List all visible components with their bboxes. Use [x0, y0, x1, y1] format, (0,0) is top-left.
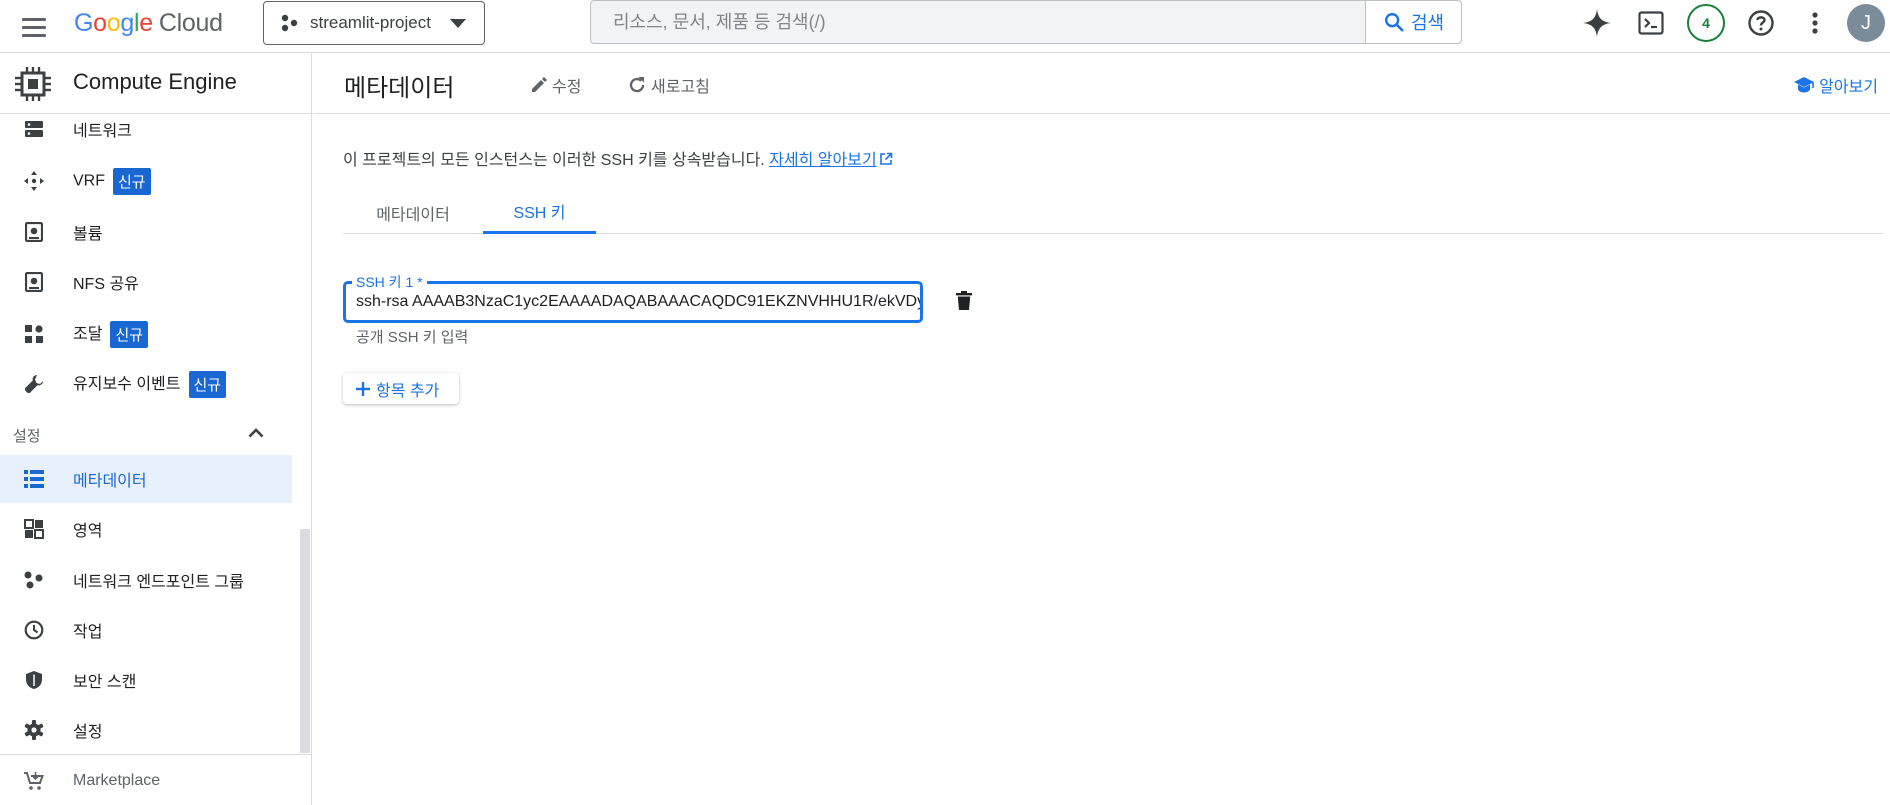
compute-engine-chip-icon [15, 67, 51, 101]
page-title: 메타데이터 [344, 75, 455, 102]
learn-button[interactable]: 알아보기 [1793, 72, 1878, 98]
sidebar-scrollbar[interactable] [300, 529, 310, 753]
sidebar-item-nfs-share[interactable]: NFS 공유 [0, 258, 292, 306]
learn-button-label: 알아보기 [1819, 79, 1878, 96]
description-text: 이 프로젝트의 모든 인스턴스는 이러한 SSH 키를 상속받습니다. [343, 152, 765, 169]
vrf-icon [22, 169, 46, 193]
gear-icon [22, 718, 46, 742]
external-link-icon [879, 152, 893, 165]
metadata-list-icon [22, 467, 46, 491]
sidebar-item-label: 보안 스캔 [73, 674, 137, 691]
sidebar-item-label: 작업 [73, 624, 103, 641]
refresh-button[interactable]: 새로고침 [627, 72, 710, 98]
ssh-key-field: SSH 키 1 * [343, 272, 923, 323]
notifications-badge[interactable]: 4 [1687, 4, 1725, 42]
learn-more-link[interactable]: 자세히 알아보기 [769, 152, 893, 169]
learn-more-link-label: 자세히 알아보기 [769, 152, 877, 169]
avatar[interactable]: J [1847, 4, 1885, 42]
search-bar: 검색 [590, 0, 1462, 44]
volume-icon [22, 220, 46, 244]
help-icon[interactable] [1746, 8, 1776, 38]
sidebar-item-label: NFS 공유 [73, 276, 139, 293]
more-vert-icon[interactable] [1800, 8, 1830, 38]
sidebar-footer: Marketplace [0, 754, 311, 805]
sidebar-item-marketplace[interactable]: Marketplace [0, 757, 292, 805]
sidebar: Compute Engine 네트워크 VRF 신규 볼륨 NFS 공유 조달 신규 [0, 53, 312, 805]
sidebar-item-label: Marketplace [73, 772, 161, 789]
marketplace-cart-icon [22, 769, 46, 793]
sidebar-item-label: 메타데이터 [73, 473, 147, 490]
search-button-label: 검색 [1410, 13, 1445, 33]
project-picker[interactable]: streamlit-project [263, 1, 485, 45]
sidebar-item-settings[interactable]: 설정 [0, 706, 292, 754]
chevron-up-icon [248, 428, 264, 438]
new-badge: 신규 [113, 167, 151, 195]
sidebar-item-label: 유지보수 이벤트 [73, 375, 181, 393]
ssh-description: 이 프로젝트의 모든 인스턴스는 이러한 SSH 키를 상속받습니다. 자세히 … [343, 146, 893, 170]
gemini-sparkle-icon[interactable] [1582, 8, 1612, 38]
delete-ssh-key-icon[interactable] [952, 288, 976, 312]
edit-button-label: 수정 [552, 79, 582, 96]
sidebar-item-label: 네트워크 엔드포인트 그룹 [73, 574, 244, 591]
plus-icon [356, 381, 370, 396]
add-item-label: 항목 추가 [376, 382, 440, 400]
refresh-icon [629, 77, 645, 93]
pencil-icon [532, 77, 547, 92]
shield-icon [22, 668, 46, 692]
chevron-down-icon [450, 19, 466, 28]
sidebar-item-zones[interactable]: 영역 [0, 505, 292, 553]
ssh-key-hint: 공개 SSH 키 입력 [356, 329, 469, 346]
sidebar-item-label: VRF [73, 172, 105, 190]
project-hub-icon [281, 14, 298, 32]
tab-bar: 메타데이터 SSH 키 [343, 191, 1883, 234]
search-button[interactable]: 검색 [1365, 1, 1461, 43]
refresh-button-label: 새로고침 [651, 79, 710, 96]
sidebar-item-vrf[interactable]: VRF 신규 [0, 157, 292, 205]
sidebar-item-network[interactable]: 네트워크 [0, 105, 292, 153]
new-badge: 신규 [188, 371, 227, 399]
edit-button[interactable]: 수정 [530, 72, 581, 98]
sidebar-item-maintenance-events[interactable]: 유지보수 이벤트 신규 [0, 360, 292, 408]
sidebar-item-metadata[interactable]: 메타데이터 [0, 455, 292, 503]
cloud-shell-terminal-icon[interactable] [1636, 8, 1666, 38]
search-icon [1384, 13, 1404, 32]
wrench-icon [22, 372, 46, 396]
sidebar-item-network-endpoint-groups[interactable]: 네트워크 엔드포인트 그룹 [0, 556, 292, 604]
tab-ssh-keys[interactable]: SSH 키 [483, 191, 596, 234]
main-menu-icon[interactable] [22, 13, 50, 41]
sidebar-item-operations[interactable]: 작업 [0, 606, 292, 654]
sidebar-item-label: 볼륨 [73, 226, 103, 243]
school-icon [1794, 77, 1815, 93]
ssh-key-input[interactable] [346, 284, 920, 320]
endpoint-group-icon [22, 568, 46, 592]
top-bar: GoogleCloud streamlit-project 검색 4 J [0, 0, 1890, 53]
add-item-button[interactable]: 항목 추가 [343, 373, 459, 404]
zones-icon [22, 517, 46, 541]
sidebar-item-label: 네트워크 [73, 123, 132, 140]
section-label: 설정 [13, 428, 41, 445]
procurement-icon [22, 322, 46, 346]
sidebar-item-procurement[interactable]: 조달 신규 [0, 310, 292, 358]
project-name: streamlit-project [310, 13, 431, 32]
search-input[interactable] [591, 1, 1367, 43]
google-cloud-logo[interactable]: Google Cloud [74, 9, 223, 38]
sidebar-item-security-scan[interactable]: 보안 스캔 [0, 656, 292, 704]
sidebar-item-volume[interactable]: 볼륨 [0, 208, 292, 256]
clock-icon [22, 618, 46, 642]
sidebar-item-label: 영역 [73, 523, 103, 540]
sidebar-item-label: 조달 [73, 325, 103, 343]
sidebar-item-label: 설정 [73, 724, 103, 741]
nfs-share-icon [22, 270, 46, 294]
page-header: 메타데이터 수정 새로고침 알아보기 [313, 53, 1890, 114]
product-title: Compute Engine [73, 69, 237, 94]
new-badge: 신규 [110, 321, 149, 349]
section-settings-header[interactable]: 설정 [0, 415, 292, 453]
network-storage-icon [22, 117, 46, 141]
tab-metadata[interactable]: 메타데이터 [343, 191, 483, 234]
